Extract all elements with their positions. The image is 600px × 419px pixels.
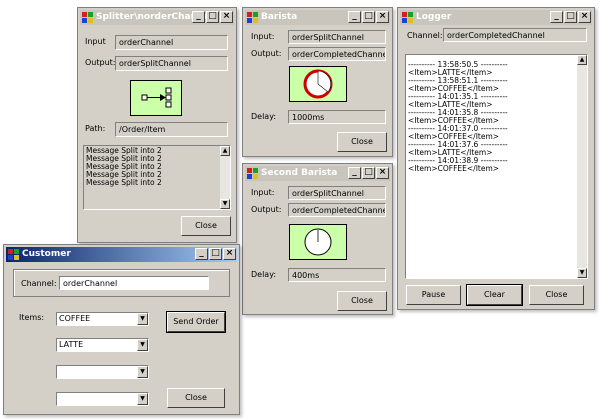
barista-window: Barista _ □ × Input: orderSplitChannel O… [242,7,393,157]
close-icon[interactable]: × [223,248,236,260]
minimize-button[interactable]: _ [195,248,208,260]
close-button[interactable]: Close [337,291,387,311]
output-field[interactable]: orderSplitChannel [115,56,228,71]
scrollbar[interactable]: ▲ ▼ [220,146,230,209]
delay-field[interactable]: 400ms [288,268,386,282]
send-order-button[interactable]: Send Order [166,311,226,333]
output-label: Output: [85,58,116,67]
splitter-window: Splitter\norderChannel _ □ × Input order… [77,7,237,243]
app-icon [82,12,93,23]
delay-label: Delay: [251,270,277,279]
pause-button[interactable]: Pause [406,285,461,305]
chevron-down-icon[interactable]: ▼ [137,366,148,378]
chevron-down-icon[interactable]: ▼ [137,339,148,351]
minimize-button[interactable]: _ [550,11,563,23]
customer-window: Customer _ □ × Channel: orderChannel Ite… [3,244,240,415]
second-barista-window: Second Barista _ □ × Input: orderSplitCh… [242,163,393,315]
close-icon[interactable]: × [376,167,389,179]
minimize-button[interactable]: _ [348,167,361,179]
app-icon [247,168,258,179]
app-icon [402,12,413,23]
chevron-down-icon[interactable]: ▼ [137,393,148,405]
close-button[interactable]: Close [337,132,387,152]
logger-titlebar[interactable]: Logger _ □ × [400,10,592,25]
close-button[interactable]: Close [181,216,231,236]
maximize-button[interactable]: □ [362,11,375,23]
window-title: Customer [22,249,71,259]
delay-field[interactable]: 1000ms [288,110,386,124]
close-button[interactable]: Close [167,388,225,408]
close-button[interactable]: Close [529,285,584,305]
item-select-value: LATTE [59,340,84,349]
minimize-button[interactable]: _ [192,11,205,23]
item-select-3[interactable]: ▼ [56,365,149,379]
item-select-1[interactable]: COFFEE ▼ [56,312,149,326]
second-barista-titlebar[interactable]: Second Barista _ □ × [245,166,390,181]
scroll-down-arrow[interactable]: ▼ [220,199,230,209]
app-icon [8,249,19,260]
window-title: Second Barista [261,168,338,178]
items-label: Items: [19,313,45,322]
maximize-button[interactable]: □ [206,11,219,23]
maximize-button[interactable]: □ [564,11,577,23]
logger-window: Logger _ □ × Channel: orderCompletedChan… [397,7,595,310]
close-icon[interactable]: × [578,11,591,23]
input-field[interactable]: orderChannel [115,35,228,50]
channel-field[interactable]: orderCompletedChannel [443,28,587,42]
scroll-down-arrow[interactable]: ▼ [577,268,587,278]
path-field[interactable]: /Order/Item [115,122,228,137]
item-select-value: COFFEE [59,314,91,323]
splitter-titlebar[interactable]: Splitter\norderChannel _ □ × [80,10,234,25]
log-line: <Item>COFFEE</Item> [408,164,500,173]
window-title: Logger [416,12,452,22]
input-label: Input: [251,32,275,41]
window-title: Barista [261,12,298,22]
scroll-up-arrow[interactable]: ▲ [220,146,230,156]
app-icon [247,12,258,23]
input-field[interactable]: orderSplitChannel [288,30,386,44]
clear-button[interactable]: Clear [466,284,523,306]
clock-picture [289,66,347,102]
input-label: Input: [251,188,275,197]
channel-label: Channel: [21,279,57,288]
maximize-button[interactable]: □ [209,248,222,260]
close-icon[interactable]: × [376,11,389,23]
output-field[interactable]: orderCompletedChannel [288,47,386,61]
output-field[interactable]: orderCompletedChannel [288,203,386,217]
output-label: Output: [251,205,282,214]
clock-picture [289,224,347,260]
minimize-button[interactable]: _ [348,11,361,23]
channel-label: Channel: [407,31,443,40]
split-log-list[interactable]: Message Split into 2 Message Split into 2… [83,145,231,210]
item-select-4[interactable]: ▼ [56,392,149,406]
output-label: Output: [251,49,282,58]
chevron-down-icon[interactable]: ▼ [137,313,148,325]
barista-titlebar[interactable]: Barista _ □ × [245,10,390,25]
input-field[interactable]: orderSplitChannel [288,186,386,200]
channel-input[interactable]: orderChannel [59,276,209,290]
log-line: Message Split into 2 [86,178,162,187]
input-label: Input [85,37,106,46]
logger-log-list[interactable]: ---------- 13:58:50.5 ---------- <Item>LA… [405,54,588,279]
maximize-button[interactable]: □ [362,167,375,179]
delay-label: Delay: [251,112,277,121]
scroll-up-arrow[interactable]: ▲ [577,55,587,65]
customer-titlebar[interactable]: Customer _ □ × [6,247,237,262]
scrollbar[interactable]: ▲ ▼ [577,55,587,278]
item-select-2[interactable]: LATTE ▼ [56,338,149,352]
close-icon[interactable]: × [220,11,233,23]
splitter-picture [130,80,182,116]
path-label: Path: [85,124,106,133]
